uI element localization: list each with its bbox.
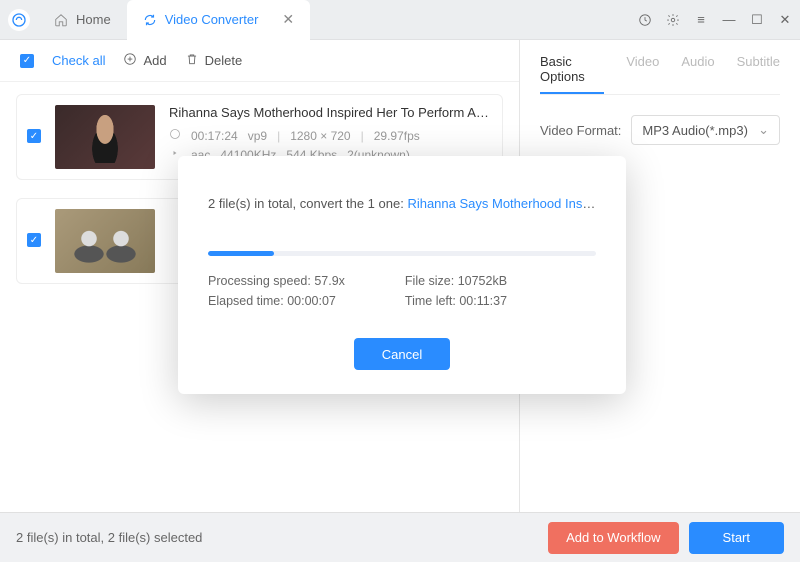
size-label: File size: [405,274,458,288]
timeleft-label: Time left: [405,294,459,308]
cancel-button[interactable]: Cancel [354,338,450,370]
speed-value: 57.9x [314,274,345,288]
timeleft-value: 00:11:37 [459,294,507,308]
progress-bar-fill [208,251,274,256]
progress-stats: Processing speed: 57.9x Elapsed time: 00… [208,274,596,308]
elapsed-value: 00:00:07 [287,294,336,308]
progress-dialog: 2 file(s) in total, convert the 1 one: R… [178,156,626,394]
progress-bar [208,251,596,256]
modal-backdrop: 2 file(s) in total, convert the 1 one: R… [0,0,800,562]
progress-message: 2 file(s) in total, convert the 1 one: R… [208,196,596,211]
speed-label: Processing speed: [208,274,314,288]
progress-msg-pre: 2 file(s) in total, convert the 1 one: [208,196,407,211]
size-value: 10752kB [458,274,507,288]
elapsed-label: Elapsed time: [208,294,287,308]
progress-msg-file: Rihanna Says Motherhood Inspired Her … [407,196,596,211]
